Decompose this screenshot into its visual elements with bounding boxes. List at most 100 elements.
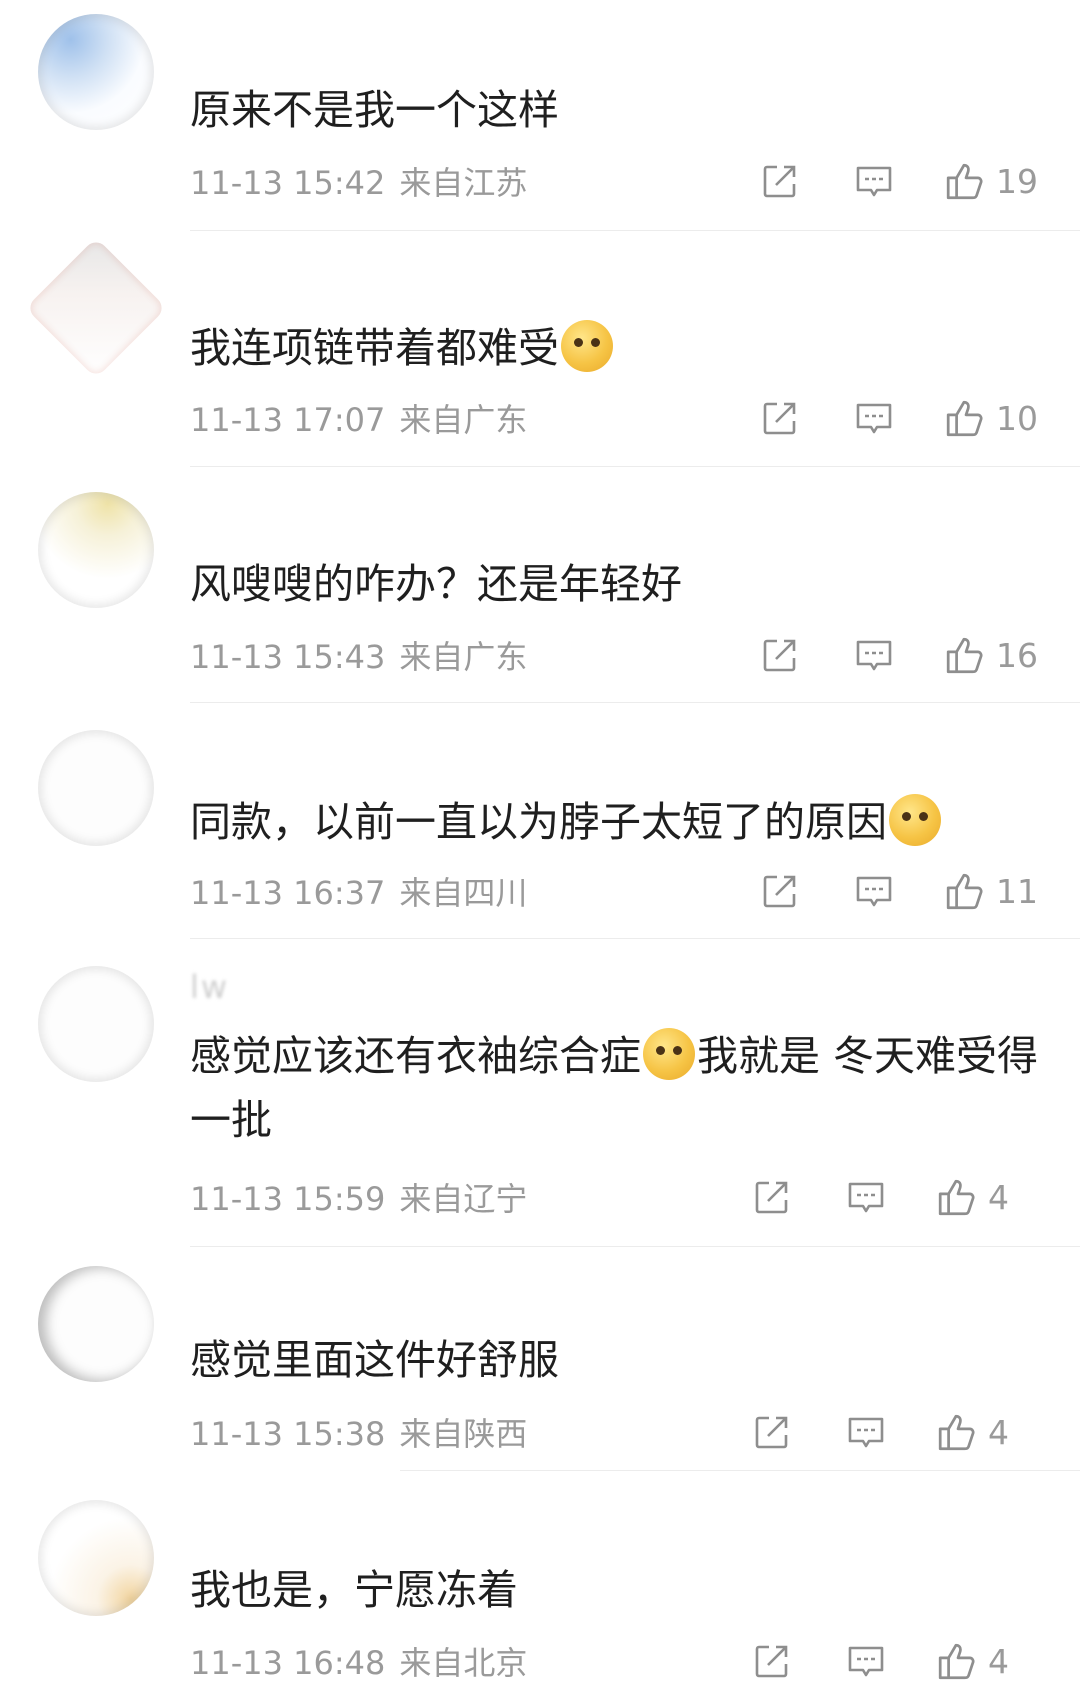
thumbs-up-icon <box>946 637 983 674</box>
reply-icon <box>856 166 892 197</box>
comment-text: 感觉里面这件好舒服 <box>190 1336 559 1384</box>
comment-location: 来自辽宁 <box>399 1180 528 1218</box>
reply-button[interactable] <box>842 1173 890 1221</box>
thumbs-up-icon <box>946 873 983 910</box>
reply-icon <box>848 1417 884 1448</box>
thumbs-up-icon <box>938 1643 975 1680</box>
comment-time: 11-13 16:48 <box>190 1644 386 1682</box>
share-icon <box>755 1181 788 1214</box>
avatar[interactable] <box>38 966 154 1082</box>
comment-text-before: 感觉应该还有衣袖综合症 <box>190 1032 641 1080</box>
like-button[interactable]: 10 <box>944 397 1040 439</box>
reply-button[interactable] <box>850 157 898 205</box>
like-button[interactable]: 4 <box>936 1176 1032 1218</box>
avatar[interactable] <box>38 14 154 130</box>
crying-laugh-emoji-icon <box>643 1028 695 1080</box>
avatar[interactable] <box>25 237 167 379</box>
avatar[interactable] <box>38 1500 154 1616</box>
share-button[interactable] <box>756 631 804 679</box>
reply-button[interactable] <box>850 631 898 679</box>
username[interactable]: lw <box>190 968 229 1006</box>
comment-actions: 4 <box>748 1173 1032 1221</box>
thumbs-up-icon <box>938 1179 975 1216</box>
comment-text-body: 同款，以前一直以为脖子太短了的原因 <box>190 798 887 846</box>
share-button[interactable] <box>748 1173 796 1221</box>
divider <box>190 702 1080 703</box>
like-button[interactable]: 11 <box>944 870 1040 912</box>
thumbs-up-icon <box>946 400 983 437</box>
share-button[interactable] <box>756 157 804 205</box>
reply-button[interactable] <box>842 1408 890 1456</box>
like-count: 11 <box>996 871 1038 911</box>
like-count: 19 <box>996 161 1038 201</box>
reply-icon <box>856 403 892 434</box>
share-icon <box>763 639 796 672</box>
reply-icon <box>848 1646 884 1677</box>
comment-text: 我连项链带着都难受 <box>190 316 1050 380</box>
reply-icon <box>856 876 892 907</box>
comment-time: 11-13 16:37 <box>190 874 386 912</box>
comment-actions: 10 <box>756 394 1040 442</box>
thumbs-up-icon <box>946 163 983 200</box>
comment-actions: 11 <box>756 867 1040 915</box>
like-button[interactable]: 19 <box>944 160 1040 202</box>
share-icon <box>755 1645 788 1678</box>
reply-icon <box>856 640 892 671</box>
comment-meta: 11-13 15:42 来自江苏 <box>190 158 527 204</box>
divider <box>190 938 1080 939</box>
thumbs-up-icon <box>938 1414 975 1451</box>
like-button[interactable]: 4 <box>936 1640 1032 1682</box>
comment-location: 来自广东 <box>399 638 528 676</box>
share-icon <box>763 875 796 908</box>
comment-text-body: 我连项链带着都难受 <box>190 324 559 372</box>
like-button[interactable]: 4 <box>936 1411 1032 1453</box>
reply-button[interactable] <box>842 1637 890 1685</box>
comment-meta: 11-13 15:59 来自辽宁 <box>190 1174 527 1220</box>
comment-time: 11-13 15:43 <box>190 638 386 676</box>
divider <box>190 230 1080 231</box>
share-button[interactable] <box>748 1408 796 1456</box>
comment-text: 风嗖嗖的咋办？还是年轻好 <box>190 560 682 608</box>
comment-text: 原来不是我一个这样 <box>190 86 559 134</box>
comment-actions: 4 <box>748 1408 1032 1456</box>
shy-emoji-icon <box>889 794 941 846</box>
comment-meta: 11-13 17:07 来自广东 <box>190 395 527 441</box>
comment-location: 来自江苏 <box>399 164 528 202</box>
comment-text: 同款，以前一直以为脖子太短了的原因 <box>190 790 1050 854</box>
comment-list: 原来不是我一个这样 11-13 15:42 来自江苏 19 我连项链带着都难受 1… <box>0 0 1080 1707</box>
reply-button[interactable] <box>850 867 898 915</box>
comment-actions: 16 <box>756 631 1040 679</box>
like-button[interactable]: 16 <box>944 634 1040 676</box>
comment-location: 来自北京 <box>399 1644 528 1682</box>
avatar[interactable] <box>38 730 154 846</box>
comment-text: 我也是，宁愿冻着 <box>190 1566 518 1614</box>
comment-time: 11-13 17:07 <box>190 401 386 439</box>
share-button[interactable] <box>748 1637 796 1685</box>
doge-emoji-icon <box>561 320 613 372</box>
share-icon <box>755 1416 788 1449</box>
divider <box>400 1470 1080 1471</box>
share-button[interactable] <box>756 867 804 915</box>
reply-icon <box>848 1182 884 1213</box>
comment-meta: 11-13 16:37 来自四川 <box>190 868 527 914</box>
comment-meta: 11-13 15:38 来自陕西 <box>190 1409 527 1455</box>
share-button[interactable] <box>756 394 804 442</box>
share-icon <box>763 165 796 198</box>
divider <box>190 466 1080 467</box>
like-count: 4 <box>988 1412 1009 1452</box>
comment-location: 来自陕西 <box>399 1415 528 1453</box>
like-count: 4 <box>988 1641 1009 1681</box>
comment-time: 11-13 15:38 <box>190 1415 386 1453</box>
comment-time: 11-13 15:59 <box>190 1180 386 1218</box>
comment-actions: 19 <box>756 157 1040 205</box>
comment-meta: 11-13 16:48 来自北京 <box>190 1638 527 1684</box>
comment-actions: 4 <box>748 1637 1032 1685</box>
avatar[interactable] <box>38 1266 154 1382</box>
share-icon <box>763 402 796 435</box>
reply-button[interactable] <box>850 394 898 442</box>
comment-location: 来自广东 <box>399 401 528 439</box>
avatar[interactable] <box>38 492 154 608</box>
comment-location: 来自四川 <box>399 874 528 912</box>
like-count: 10 <box>996 398 1038 438</box>
like-count: 16 <box>996 635 1038 675</box>
